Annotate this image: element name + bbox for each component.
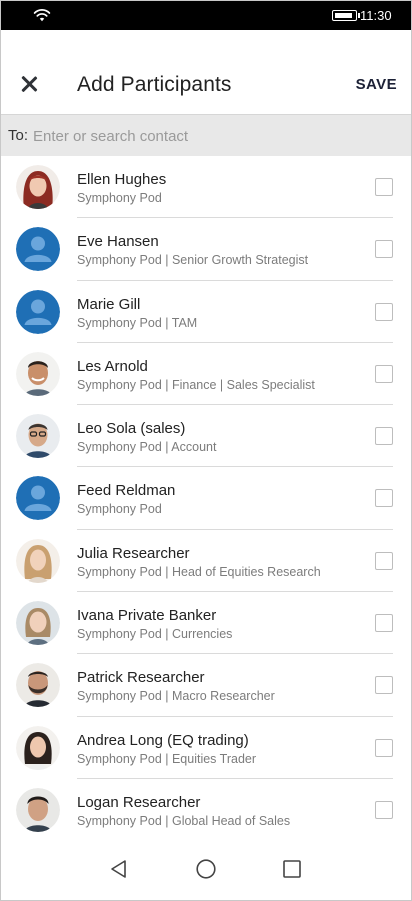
contact-name: Ivana Private Banker bbox=[77, 607, 217, 625]
contact-row[interactable]: Leo Sola (sales) Symphony Pod | Account bbox=[1, 405, 411, 468]
contact-row[interactable]: Eve Hansen Symphony Pod | Senior Growth S… bbox=[1, 218, 411, 281]
select-checkbox[interactable] bbox=[375, 489, 393, 508]
contact-name: Marie Gill bbox=[77, 295, 141, 313]
contact-row[interactable]: Feed Reldman Symphony Pod bbox=[1, 467, 411, 530]
wifi-icon bbox=[33, 9, 51, 22]
contact-subtitle: Symphony Pod | Currencies bbox=[77, 627, 233, 642]
contact-name: Eve Hansen bbox=[77, 233, 159, 251]
page-title: Add Participants bbox=[77, 73, 232, 96]
default-avatar-icon bbox=[16, 227, 60, 272]
back-triangle-icon[interactable] bbox=[108, 858, 130, 880]
to-search-bar: To: bbox=[1, 114, 411, 156]
app-frame: 11:30 Add Participants SAVE To: Ellen Hu… bbox=[0, 0, 412, 901]
recent-apps-square-icon[interactable] bbox=[282, 859, 302, 879]
contact-row[interactable]: Ivana Private Banker Symphony Pod | Curre… bbox=[1, 592, 411, 655]
contact-name: Andrea Long (EQ trading) bbox=[77, 731, 249, 749]
contact-subtitle: Symphony Pod | Equities Trader bbox=[77, 751, 257, 766]
contact-name: Julia Researcher bbox=[77, 544, 190, 562]
contact-subtitle: Symphony Pod | Finance | Sales Specialis… bbox=[77, 377, 315, 392]
select-checkbox[interactable] bbox=[375, 738, 393, 757]
select-checkbox[interactable] bbox=[375, 614, 393, 633]
contact-name: Patrick Researcher bbox=[77, 669, 205, 687]
status-bar: 11:30 bbox=[1, 1, 411, 30]
select-checkbox[interactable] bbox=[375, 178, 393, 196]
select-checkbox[interactable] bbox=[375, 364, 393, 383]
contact-row[interactable]: Logan Researcher Symphony Pod | Global He… bbox=[1, 779, 411, 842]
contact-name: Logan Researcher bbox=[77, 793, 201, 811]
contact-subtitle: Symphony Pod bbox=[77, 502, 162, 517]
battery-level bbox=[335, 13, 353, 18]
contact-row[interactable]: Julia Researcher Symphony Pod | Head of E… bbox=[1, 530, 411, 593]
avatar bbox=[16, 538, 60, 583]
select-checkbox[interactable] bbox=[375, 427, 393, 446]
contact-row[interactable]: Marie Gill Symphony Pod | TAM bbox=[1, 281, 411, 343]
contact-subtitle: Symphony Pod | Account bbox=[77, 440, 217, 455]
contact-subtitle: Symphony Pod | Macro Researcher bbox=[77, 689, 275, 704]
contact-row[interactable]: Ellen Hughes Symphony Pod bbox=[1, 156, 411, 219]
avatar bbox=[16, 351, 60, 396]
contact-subtitle: Symphony Pod | TAM bbox=[77, 315, 198, 330]
home-circle-icon[interactable] bbox=[195, 858, 217, 880]
system-nav-bar bbox=[1, 838, 411, 900]
close-icon[interactable] bbox=[17, 72, 41, 96]
contact-subtitle: Symphony Pod | Global Head of Sales bbox=[77, 813, 291, 828]
select-checkbox[interactable] bbox=[375, 551, 393, 570]
contact-name: Feed Reldman bbox=[77, 482, 176, 500]
select-checkbox[interactable] bbox=[375, 676, 393, 695]
contact-subtitle: Symphony Pod bbox=[77, 191, 162, 205]
default-avatar-icon bbox=[16, 476, 60, 521]
avatar bbox=[16, 414, 60, 459]
contact-name: Ellen Hughes bbox=[77, 171, 167, 188]
contact-name: Leo Sola (sales) bbox=[77, 420, 186, 438]
avatar bbox=[16, 663, 60, 708]
contact-subtitle: Symphony Pod | Head of Equities Research bbox=[77, 564, 321, 579]
to-label: To: bbox=[8, 127, 29, 144]
contact-row[interactable]: Patrick Researcher Symphony Pod | Macro R… bbox=[1, 654, 411, 717]
select-checkbox[interactable] bbox=[375, 302, 393, 321]
status-time: 11:30 bbox=[360, 8, 392, 23]
default-avatar-icon bbox=[16, 289, 60, 334]
avatar bbox=[16, 601, 60, 646]
save-button[interactable]: SAVE bbox=[356, 76, 397, 93]
contact-name: Les Arnold bbox=[77, 357, 148, 375]
select-checkbox[interactable] bbox=[375, 240, 393, 259]
contact-search-input[interactable] bbox=[33, 123, 393, 149]
contact-row[interactable]: Andrea Long (EQ trading) Symphony Pod | E… bbox=[1, 717, 411, 779]
app-header: Add Participants SAVE bbox=[1, 30, 411, 114]
select-checkbox[interactable] bbox=[375, 800, 393, 819]
contact-subtitle: Symphony Pod | Senior Growth Strategist bbox=[77, 253, 309, 268]
avatar bbox=[16, 787, 60, 832]
contact-row[interactable]: Les Arnold Symphony Pod | Finance | Sales… bbox=[1, 343, 411, 406]
avatar bbox=[16, 725, 60, 770]
battery-icon bbox=[332, 10, 360, 21]
contact-list: Ellen Hughes Symphony Pod Eve Hansen Sympho… bbox=[1, 156, 411, 842]
avatar bbox=[16, 165, 60, 209]
